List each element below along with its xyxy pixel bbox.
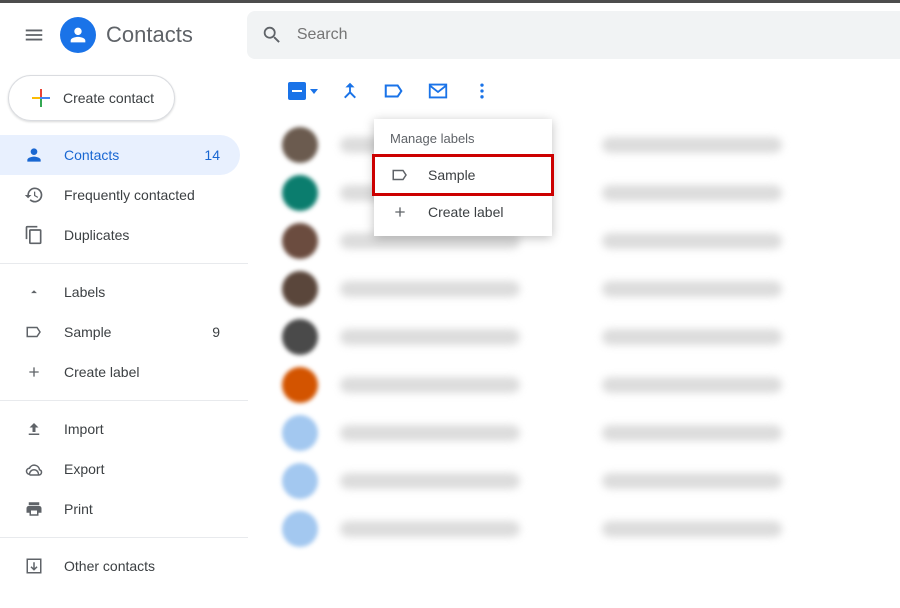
checkbox-indeterminate-icon [288,82,306,100]
dropdown-item-sample[interactable]: Sample [374,156,552,194]
sidebar-labels-header[interactable]: Labels [0,272,240,312]
sidebar-label-sample[interactable]: Sample 9 [0,312,240,352]
contact-name-blurred [340,521,520,537]
more-vert-icon [472,81,492,101]
sidebar-item-label: Other contacts [64,558,155,574]
contact-avatar [282,127,318,163]
dropdown-header: Manage labels [374,129,552,156]
sidebar-item-label: Frequently contacted [64,187,195,203]
contact-name-blurred [340,281,520,297]
label-icon [390,166,410,184]
contact-avatar [282,271,318,307]
contact-row[interactable] [282,409,900,457]
person-outline-icon [24,145,44,165]
contact-row[interactable] [282,313,900,361]
contact-detail-blurred [602,233,782,249]
sidebar-item-label: Create label [64,364,140,380]
merge-icon [339,80,361,102]
divider [0,400,248,401]
caret-down-icon [310,89,318,94]
sidebar-item-label: Print [64,501,93,517]
google-plus-icon [29,86,53,110]
more-button[interactable] [470,79,494,103]
contact-detail-blurred [602,425,782,441]
app-logo [60,17,96,53]
label-icon [24,323,44,341]
email-icon [427,80,449,102]
sidebar-item-label: Sample [64,324,111,340]
sidebar-item-duplicates[interactable]: Duplicates [0,215,240,255]
contact-detail-blurred [602,137,782,153]
selection-dropdown[interactable] [288,82,318,100]
sidebar-item-label: Labels [64,284,105,300]
sidebar-other-contacts[interactable]: Other contacts [0,546,240,586]
contact-avatar [282,367,318,403]
contact-row[interactable] [282,505,900,553]
sidebar-item-label: Contacts [64,147,119,163]
main-menu-button[interactable] [10,11,58,59]
create-contact-button[interactable]: Create contact [8,75,175,121]
chevron-up-icon [24,285,44,299]
sidebar: Create contact Contacts 14 Frequently co… [0,67,256,608]
contact-name-blurred [340,329,520,345]
plus-icon [390,204,410,220]
sidebar-export[interactable]: Export [0,449,240,489]
contact-detail-blurred [602,185,782,201]
contact-avatar [282,463,318,499]
contact-detail-blurred [602,377,782,393]
merge-button[interactable] [338,79,362,103]
sidebar-import[interactable]: Import [0,409,240,449]
sidebar-item-count: 9 [212,324,220,340]
create-contact-label: Create contact [63,90,154,106]
person-icon [67,24,89,46]
manage-labels-dropdown: Manage labels Sample Create label [374,119,552,236]
sidebar-print[interactable]: Print [0,489,240,529]
label-icon [383,80,405,102]
search-bar[interactable] [247,11,900,59]
contact-avatar [282,415,318,451]
selection-toolbar [282,67,900,115]
divider [0,537,248,538]
sidebar-item-label: Duplicates [64,227,129,243]
search-input[interactable] [297,26,504,44]
divider [0,263,248,264]
dropdown-item-create-label[interactable]: Create label [374,194,552,230]
sidebar-item-contacts[interactable]: Contacts 14 [0,135,240,175]
manage-labels-button[interactable] [382,79,406,103]
contact-name-blurred [340,425,520,441]
contact-avatar [282,319,318,355]
print-icon [24,500,44,518]
sidebar-item-frequently-contacted[interactable]: Frequently contacted [0,175,240,215]
contact-detail-blurred [602,521,782,537]
import-icon [24,420,44,438]
contact-avatar [282,511,318,547]
sidebar-item-label: Export [64,461,104,477]
contact-detail-blurred [602,329,782,345]
sidebar-item-count: 14 [204,147,220,163]
main-panel: Manage labels Sample Create label [256,67,900,608]
plus-icon [24,364,44,380]
contact-detail-blurred [602,473,782,489]
contact-detail-blurred [602,281,782,297]
contact-row[interactable] [282,457,900,505]
hamburger-icon [23,24,45,46]
contact-avatar [282,223,318,259]
app-header: Contacts [0,3,900,67]
contact-name-blurred [340,377,520,393]
contact-name-blurred [340,473,520,489]
dropdown-item-label: Sample [428,167,475,183]
history-icon [24,185,44,205]
sidebar-item-label: Import [64,421,104,437]
duplicates-icon [24,225,44,245]
export-icon [24,460,44,478]
app-title: Contacts [106,22,193,48]
contact-row[interactable] [282,361,900,409]
dropdown-item-label: Create label [428,204,504,220]
archive-icon [24,557,44,575]
search-icon [261,24,283,46]
contact-row[interactable] [282,265,900,313]
sidebar-create-label[interactable]: Create label [0,352,240,392]
contact-avatar [282,175,318,211]
email-button[interactable] [426,79,450,103]
